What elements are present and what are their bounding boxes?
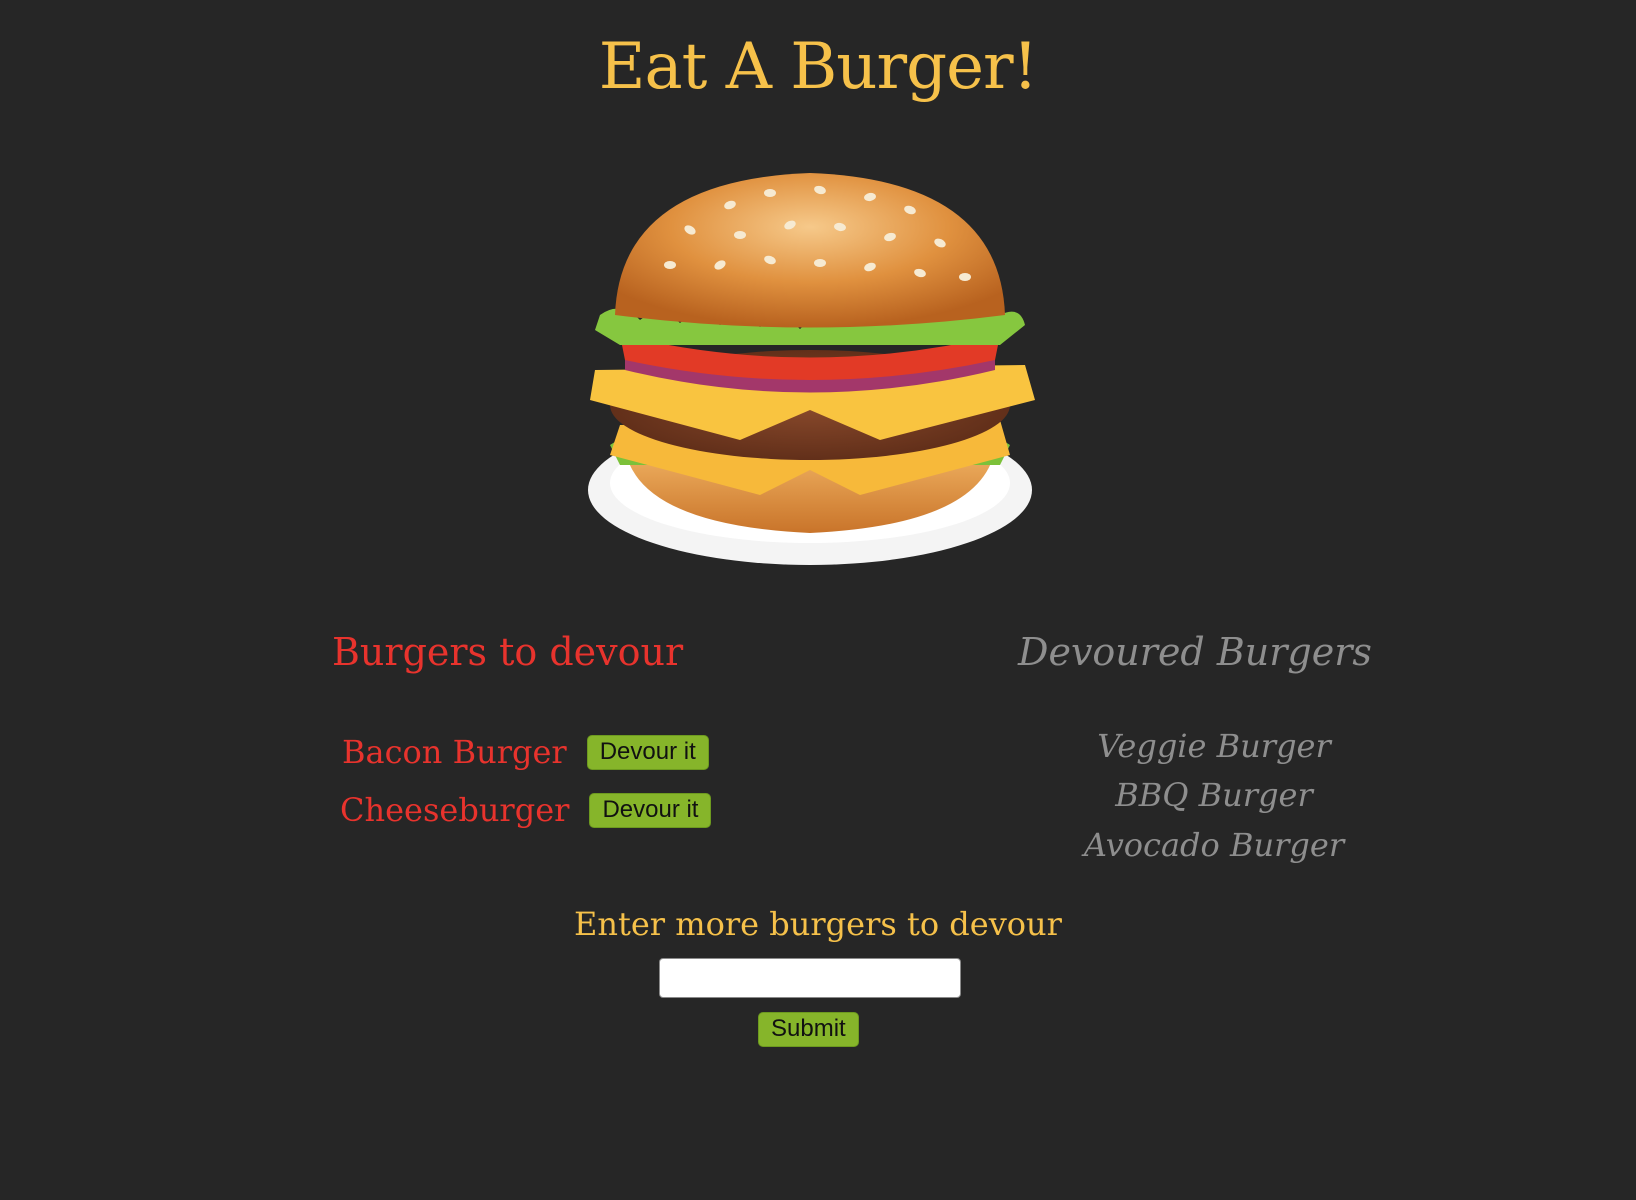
devour-button[interactable]: Devour it bbox=[586, 734, 709, 770]
devour-button[interactable]: Devour it bbox=[589, 792, 712, 828]
burger-name: Cheeseburger bbox=[340, 791, 570, 829]
burger-list-item: Cheeseburger Devour it bbox=[340, 791, 712, 829]
devoured-heading: Devoured Burgers bbox=[1018, 630, 1372, 674]
devoured-burger: BBQ Burger bbox=[1115, 776, 1313, 814]
burger-list-item: Bacon Burger Devour it bbox=[342, 733, 709, 771]
devoured-burger: Veggie Burger bbox=[1097, 727, 1331, 765]
to-devour-heading: Burgers to devour bbox=[332, 630, 684, 674]
burger-name: Bacon Burger bbox=[342, 733, 567, 771]
add-burger-label: Enter more burgers to devour bbox=[574, 905, 1062, 943]
submit-button[interactable]: Submit bbox=[758, 1012, 859, 1047]
burger-name-input[interactable] bbox=[659, 958, 961, 998]
page-title: Eat A Burger! bbox=[598, 30, 1039, 104]
devoured-burger: Avocado Burger bbox=[1083, 826, 1345, 864]
burger-image bbox=[588, 173, 1035, 565]
